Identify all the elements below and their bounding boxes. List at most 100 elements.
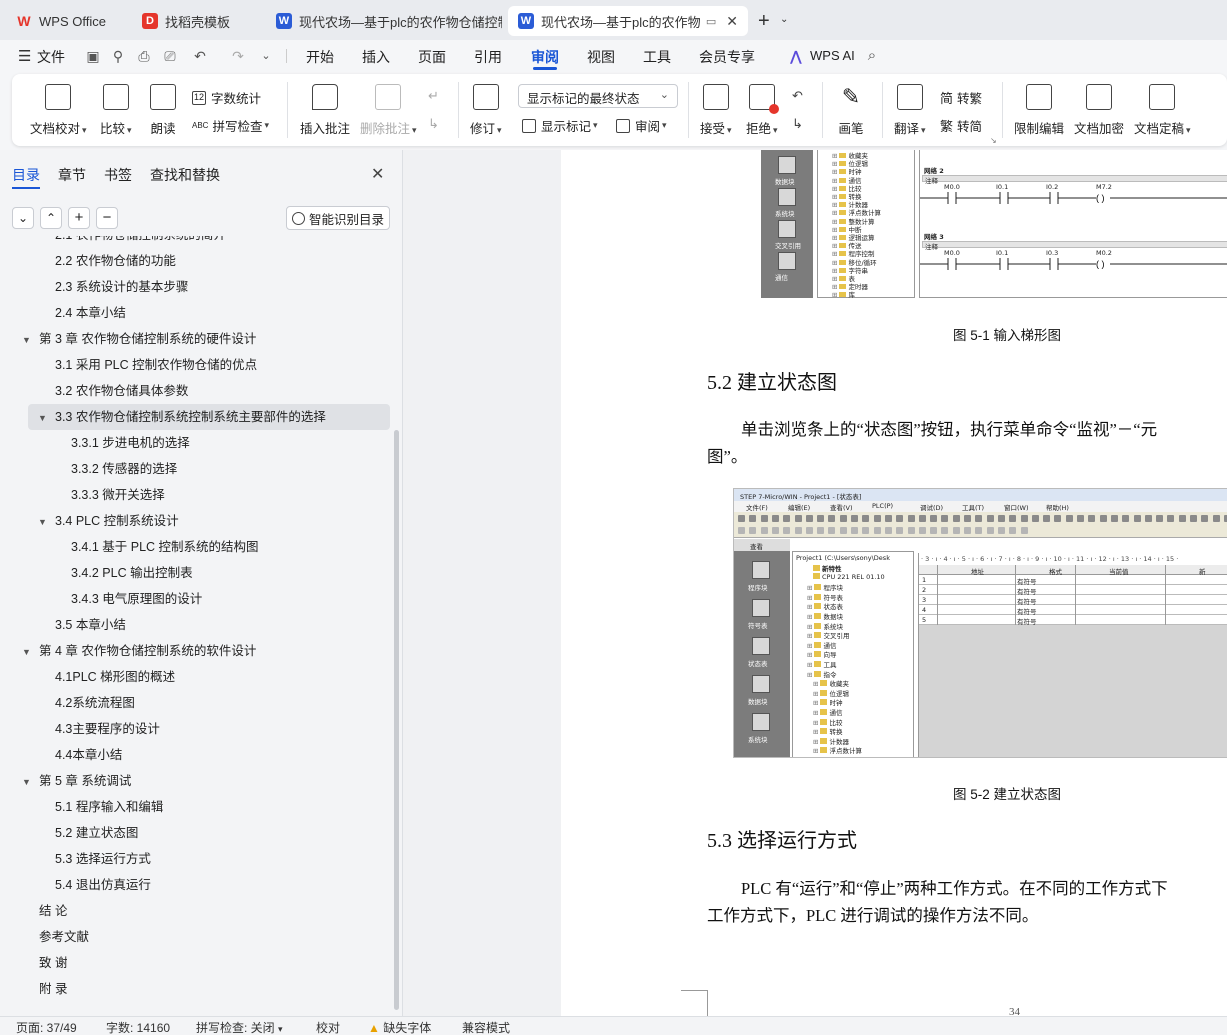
monitor-icon[interactable]: ▭ [706,15,716,28]
toc-scrollbar[interactable] [394,430,399,1010]
toc-item[interactable]: 5.3 选择运行方式 [0,846,380,872]
toc-item[interactable]: ▼ 3.3 农作物仓储控制系统控制系统主要部件的选择 [28,404,390,430]
read-aloud-button[interactable]: 朗读 [150,84,176,137]
proof-status[interactable]: 校对 [316,1019,340,1036]
prev-change-icon[interactable]: ↶ [792,88,803,104]
word-count-indicator[interactable]: 字数: 14160 [106,1019,170,1036]
expand-icon[interactable]: ⌃ [40,207,62,229]
redo-icon[interactable]: ↷ [230,48,246,64]
new-tab-icon[interactable]: + [758,10,770,33]
toc-item[interactable]: ▼ 第 3 章 农作物仓储控制系统的硬件设计 [0,326,380,352]
word-count-button[interactable]: 12 字数统计 [192,88,261,107]
page-indicator[interactable]: 页面: 37/49 [16,1019,77,1036]
chevron-down-icon[interactable]: ⌄ [780,14,788,25]
toc-item[interactable]: 2.1 农作物仓储控制系统的简介 [0,236,380,248]
toc-item[interactable]: 3.3.2 传感器的选择 [0,456,380,482]
tab-chapters[interactable]: 章节 [58,165,86,185]
to-traditional-button[interactable]: 简 转繁 [940,88,982,107]
hamburger-icon[interactable]: ☰ [18,47,31,65]
tab-docer[interactable]: D 找稻壳模板 [132,6,258,36]
print-icon[interactable]: ⎙ [136,48,152,64]
translate-button[interactable]: 翻译 ▾ [894,84,926,137]
compare-button[interactable]: 比较 ▾ [100,84,132,137]
toc-item[interactable]: ▼ 第 5 章 系统调试 [0,768,380,794]
toc-item[interactable]: 3.2 农作物仓储具体参数 [0,378,380,404]
show-markup-button[interactable]: 显示标记 ▾ [522,116,598,135]
markup-state-select[interactable]: 显示标记的最终状态 ⌄ [518,84,678,108]
toc-item[interactable]: 3.5 本章小结 [0,612,380,638]
collapse-icon[interactable]: ⌄ [12,207,34,229]
revise-button[interactable]: 修订 ▾ [470,84,502,137]
doc-check-button[interactable]: 文档校对 ▾ [30,84,87,137]
menu-wps-ai[interactable]: WPS AI [810,48,855,63]
toc-item[interactable]: ▼ 第 4 章 农作物仓储控制系统的软件设计 [0,638,380,664]
tab-document-1[interactable]: W 现代农场—基于plc的农作物仓储控制 [266,6,502,36]
menu-file[interactable]: 文件 [37,47,65,67]
toc-item[interactable]: 5.2 建立状态图 [0,820,380,846]
toc-item[interactable]: 致 谢 [0,950,380,976]
share-icon[interactable]: ⚲ [110,48,126,64]
remove-heading-icon[interactable]: − [96,207,118,229]
tab-bookmarks[interactable]: 书签 [104,165,132,185]
expand-group-icon[interactable]: ↘ [990,136,997,145]
menu-insert[interactable]: 插入 [362,47,390,67]
to-simplified-button[interactable]: 繁 转简 [940,116,982,135]
toc-item[interactable]: 3.4.2 PLC 输出控制表 [0,560,380,586]
expand-arrow-icon[interactable]: ▼ [38,405,50,431]
menu-review[interactable]: 审阅 [531,47,559,67]
finalize-button[interactable]: 文档定稿 ▾ [1134,84,1191,137]
menu-member[interactable]: 会员专享 [699,47,755,67]
tab-toc[interactable]: 目录 [12,165,40,185]
next-comment-icon[interactable]: ↳ [428,116,439,132]
tab-wps-office[interactable]: W WPS Office [6,6,124,36]
review-pane-button[interactable]: 审阅 ▾ [616,116,667,135]
restrict-edit-button[interactable]: 限制编辑 [1014,84,1064,137]
menu-page[interactable]: 页面 [418,47,446,67]
expand-arrow-icon[interactable]: ▼ [38,509,50,535]
expand-arrow-icon[interactable]: ▼ [22,639,34,665]
menu-tools[interactable]: 工具 [643,47,671,67]
accept-button[interactable]: 接受 ▾ [700,84,732,137]
pen-button[interactable]: ✎ 画笔 [838,84,864,137]
toc-item[interactable]: 3.3.3 微开关选择 [0,482,380,508]
encrypt-button[interactable]: 文档加密 [1074,84,1124,137]
close-tab-icon[interactable]: ✕ [726,13,738,30]
save-icon[interactable]: ▣ [85,48,101,64]
toc-item[interactable]: 5.1 程序输入和编辑 [0,794,380,820]
insert-comment-button[interactable]: 插入批注 [300,84,350,137]
menu-reference[interactable]: 引用 [474,47,502,67]
toc-item[interactable]: 3.3.1 步进电机的选择 [0,430,380,456]
toc-item[interactable]: 附 录 [0,976,380,1002]
menu-view[interactable]: 视图 [587,47,615,67]
search-icon[interactable]: ⌕ [864,48,880,64]
toc-item[interactable]: 4.2系统流程图 [0,690,380,716]
toc-item[interactable]: 2.4 本章小结 [0,300,380,326]
toc-item[interactable]: 3.4.3 电气原理图的设计 [0,586,380,612]
menu-home[interactable]: 开始 [306,47,334,67]
expand-arrow-icon[interactable]: ▼ [22,769,34,795]
spell-check-status[interactable]: 拼写检查: 关闭 ▾ [196,1019,283,1036]
delete-comment-button[interactable]: 删除批注 ▾ [360,84,417,137]
add-heading-icon[interactable]: + [68,207,90,229]
reject-button[interactable]: 拒绝 ▾ [746,84,779,137]
toc-item[interactable]: 4.3主要程序的设计 [0,716,380,742]
toc-item[interactable]: 结 论 [0,898,380,924]
toc-item[interactable]: ▼ 3.4 PLC 控制系统设计 [0,508,380,534]
toc-item[interactable]: 3.1 采用 PLC 控制农作物仓储的优点 [0,352,380,378]
toc-item[interactable]: 2.2 农作物仓储的功能 [0,248,380,274]
chevron-down-icon[interactable]: ⌄ [258,48,274,64]
toc-item[interactable]: 4.4本章小结 [0,742,380,768]
next-change-icon[interactable]: ↳ [792,116,803,132]
undo-icon[interactable]: ↶ [192,48,208,64]
tab-document-2[interactable]: W 现代农场—基于plc的农作物仓 ▭ ✕ [508,6,748,36]
toc-item[interactable]: 4.1PLC 梯形图的概述 [0,664,380,690]
print-preview-icon[interactable]: ⎚ [162,48,178,64]
toc-item[interactable]: 3.4.1 基于 PLC 控制系统的结构图 [0,534,380,560]
spell-check-button[interactable]: ABC 拼写检查 ▾ [192,116,269,135]
toc-item[interactable]: 5.4 退出仿真运行 [0,872,380,898]
tab-find-replace[interactable]: 查找和替换 [150,165,220,185]
prev-comment-icon[interactable]: ↵ [428,88,439,104]
expand-arrow-icon[interactable]: ▼ [22,327,34,353]
close-panel-icon[interactable]: ✕ [371,164,384,184]
missing-font-status[interactable]: ▲ 缺失字体 [368,1019,431,1036]
